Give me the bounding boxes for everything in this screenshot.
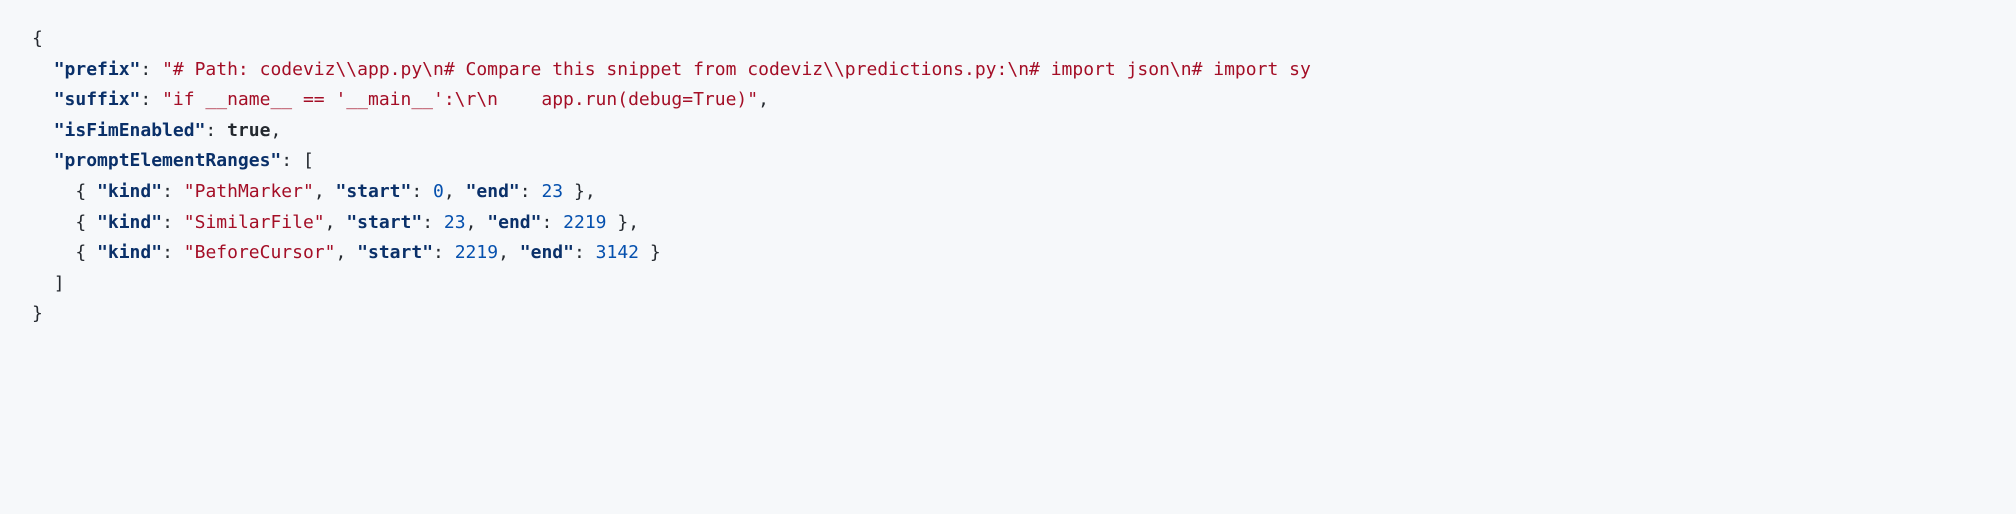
end-key: "end": [487, 212, 541, 233]
colon: :: [162, 242, 184, 263]
json-code-block: { "prefix": "# Path: codeviz\\app.py\n# …: [0, 0, 2016, 514]
colon: :: [574, 242, 596, 263]
open-bracket: [: [303, 150, 314, 171]
colon: :: [140, 59, 162, 80]
isfimenabled-value: true: [227, 120, 270, 141]
comma: ,: [466, 212, 488, 233]
range-open: {: [75, 212, 86, 233]
colon: :: [422, 212, 444, 233]
comma: ,: [270, 120, 281, 141]
colon: :: [411, 181, 433, 202]
comma: ,: [628, 212, 639, 233]
kind-value: "BeforeCursor": [184, 242, 336, 263]
end-key: "end": [466, 181, 520, 202]
range-open: {: [75, 181, 86, 202]
isfimenabled-key: "isFimEnabled": [54, 120, 206, 141]
colon: :: [281, 150, 303, 171]
comma: ,: [314, 181, 336, 202]
comma: ,: [335, 242, 357, 263]
kind-key: "kind": [97, 181, 162, 202]
kind-value: "SimilarFile": [184, 212, 325, 233]
open-brace: {: [32, 28, 43, 49]
end-key: "end": [520, 242, 574, 263]
end-value: 23: [541, 181, 563, 202]
suffix-key: "suffix": [54, 89, 141, 110]
range-open: {: [75, 242, 86, 263]
close-bracket: ]: [54, 273, 65, 294]
end-value: 2219: [563, 212, 606, 233]
start-key: "start": [336, 181, 412, 202]
kind-key: "kind": [97, 212, 162, 233]
range-close: }: [617, 212, 628, 233]
close-brace: }: [32, 303, 43, 324]
prefix-value: "# Path: codeviz\\app.py\n# Compare this…: [162, 59, 1311, 80]
range-close: }: [574, 181, 585, 202]
suffix-value: "if __name__ == '__main__':\r\n app.run(…: [162, 89, 758, 110]
colon: :: [520, 181, 542, 202]
comma: ,: [498, 242, 520, 263]
range-close: }: [650, 242, 661, 263]
promptelementranges-key: "promptElementRanges": [54, 150, 282, 171]
comma: ,: [758, 89, 769, 110]
start-value: 0: [433, 181, 444, 202]
colon: :: [162, 212, 184, 233]
start-key: "start": [357, 242, 433, 263]
start-value: 23: [444, 212, 466, 233]
comma: ,: [325, 212, 347, 233]
prefix-key: "prefix": [54, 59, 141, 80]
comma: ,: [585, 181, 596, 202]
end-value: 3142: [596, 242, 639, 263]
kind-key: "kind": [97, 242, 162, 263]
comma: ,: [444, 181, 466, 202]
colon: :: [140, 89, 162, 110]
colon: :: [205, 120, 227, 141]
start-key: "start": [346, 212, 422, 233]
kind-value: "PathMarker": [184, 181, 314, 202]
start-value: 2219: [455, 242, 498, 263]
colon: :: [433, 242, 455, 263]
colon: :: [541, 212, 563, 233]
colon: :: [162, 181, 184, 202]
